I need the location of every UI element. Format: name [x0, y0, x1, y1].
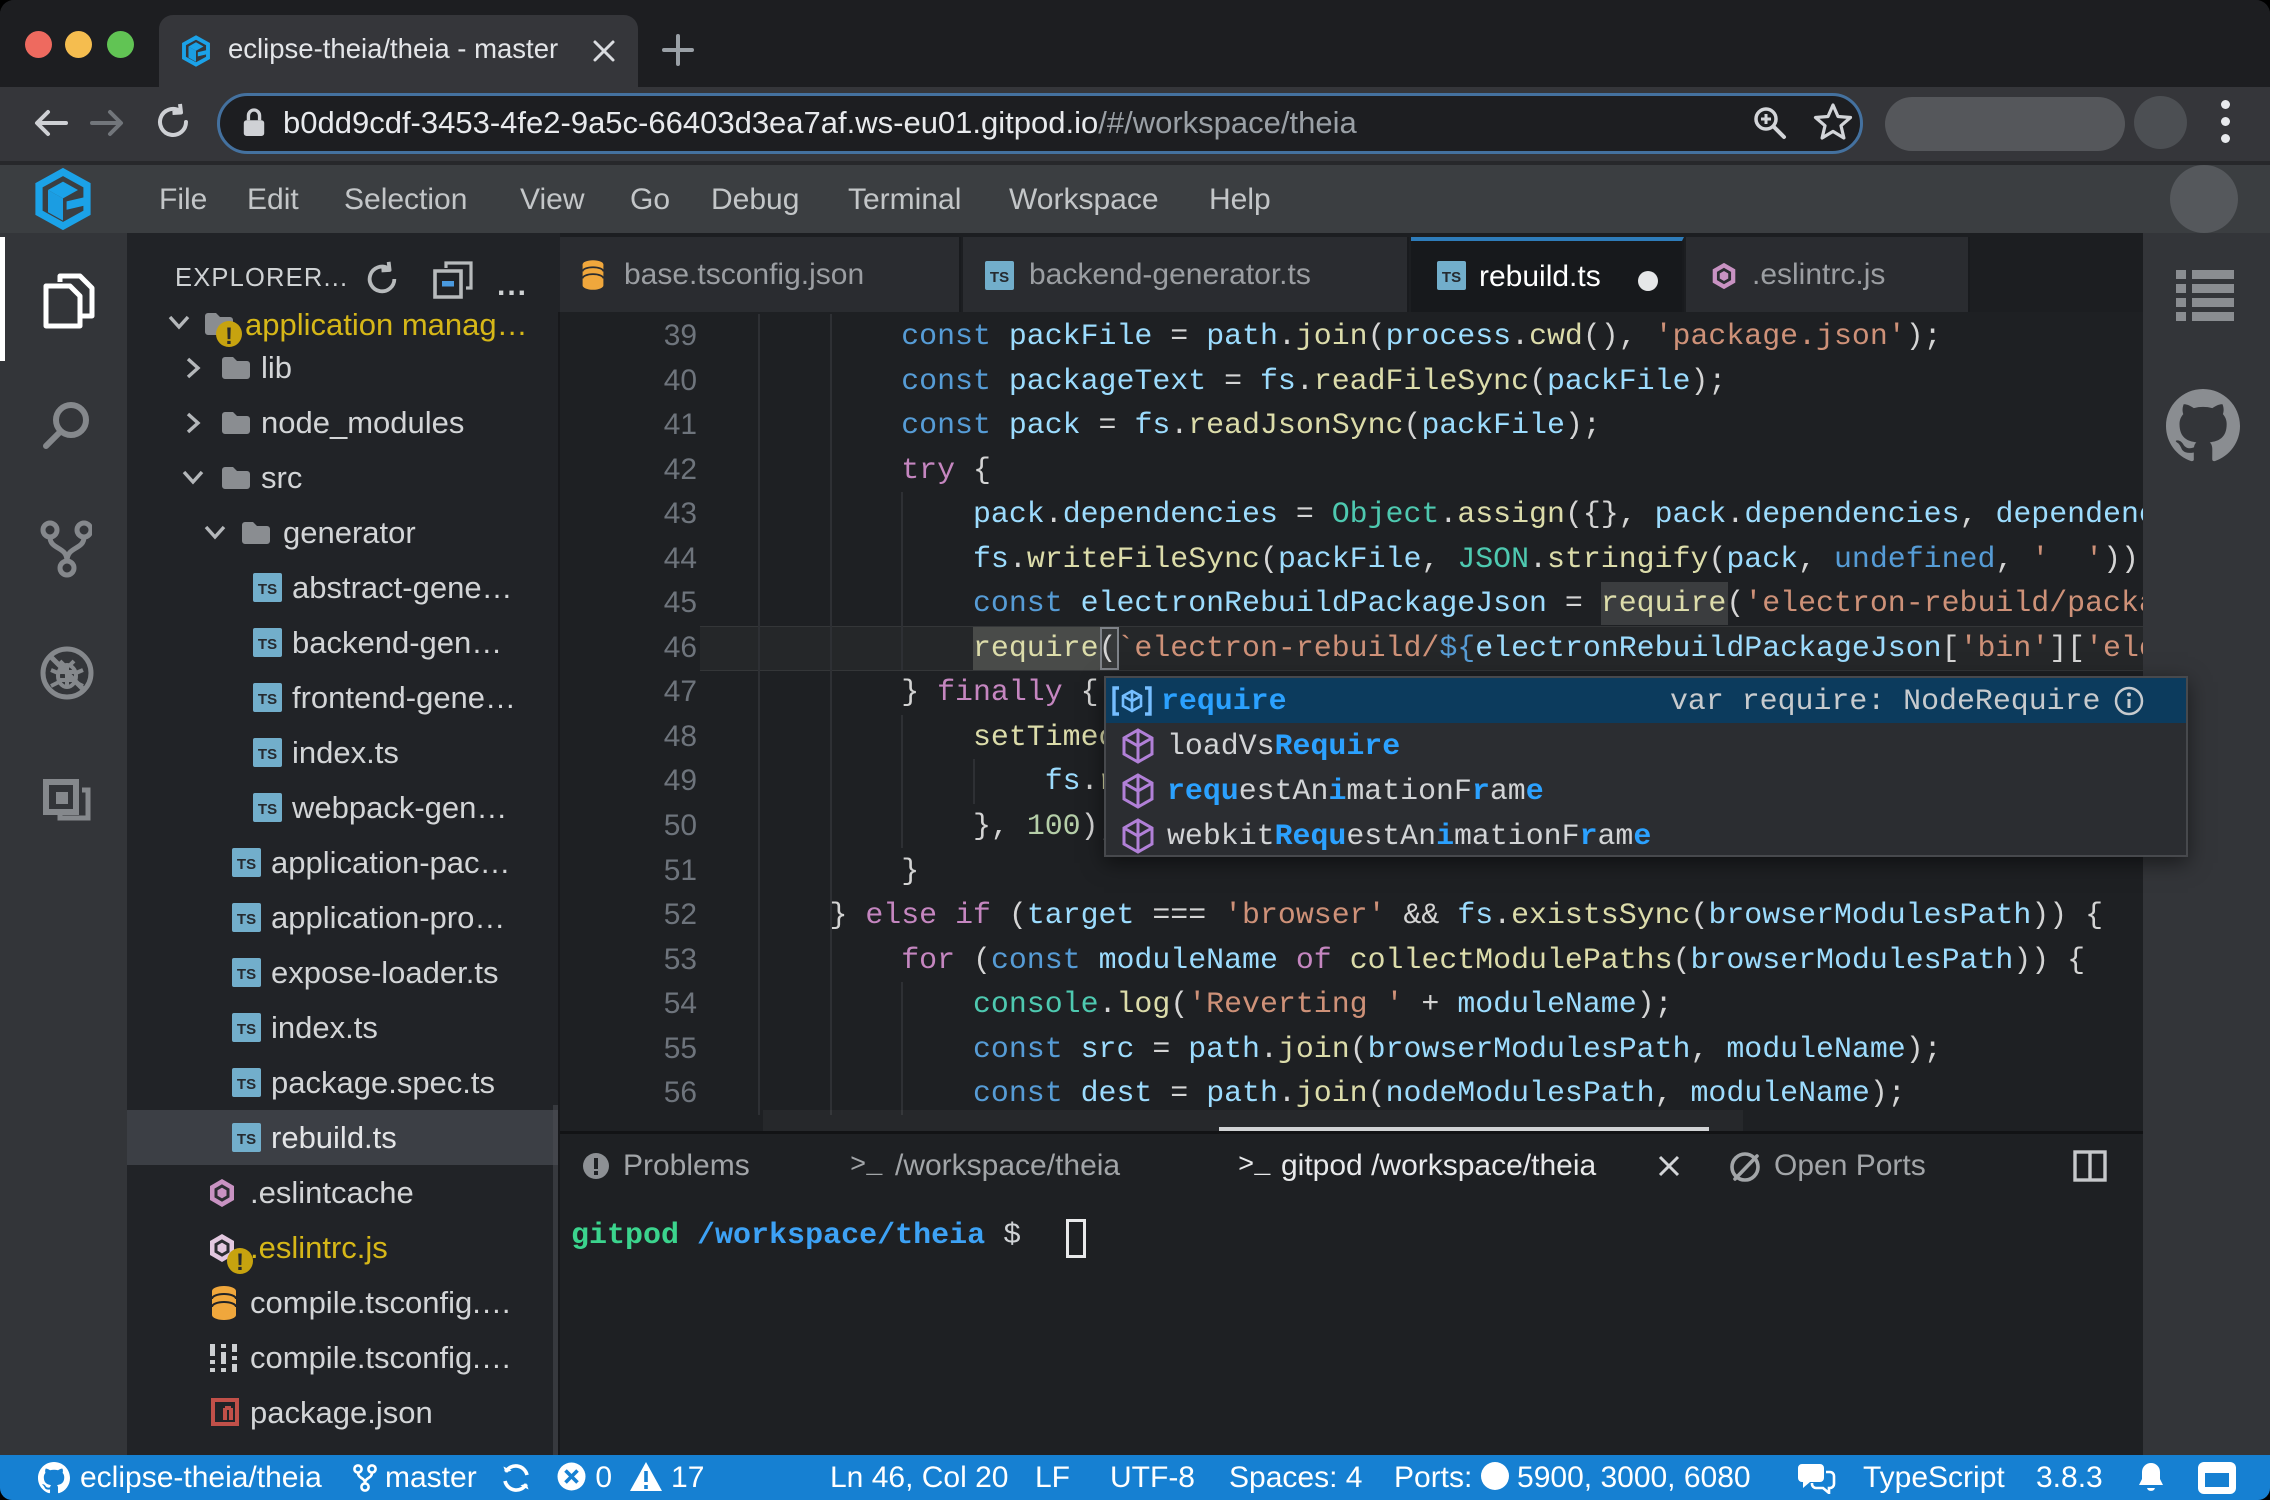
- svg-text:TS: TS: [258, 581, 277, 598]
- svg-text:TS: TS: [258, 801, 277, 818]
- svg-text:TS: TS: [237, 911, 256, 928]
- svg-text:TS: TS: [237, 1076, 256, 1093]
- svg-text:TS: TS: [258, 691, 277, 708]
- svg-text:TS: TS: [237, 856, 256, 873]
- svg-text:TS: TS: [990, 269, 1009, 286]
- svg-text:TS: TS: [237, 1131, 256, 1148]
- svg-text:TS: TS: [1442, 269, 1461, 286]
- svg-text:TS: TS: [237, 1021, 256, 1038]
- svg-text:TS: TS: [237, 966, 256, 983]
- svg-text:TS: TS: [258, 746, 277, 763]
- svg-text:TS: TS: [258, 636, 277, 653]
